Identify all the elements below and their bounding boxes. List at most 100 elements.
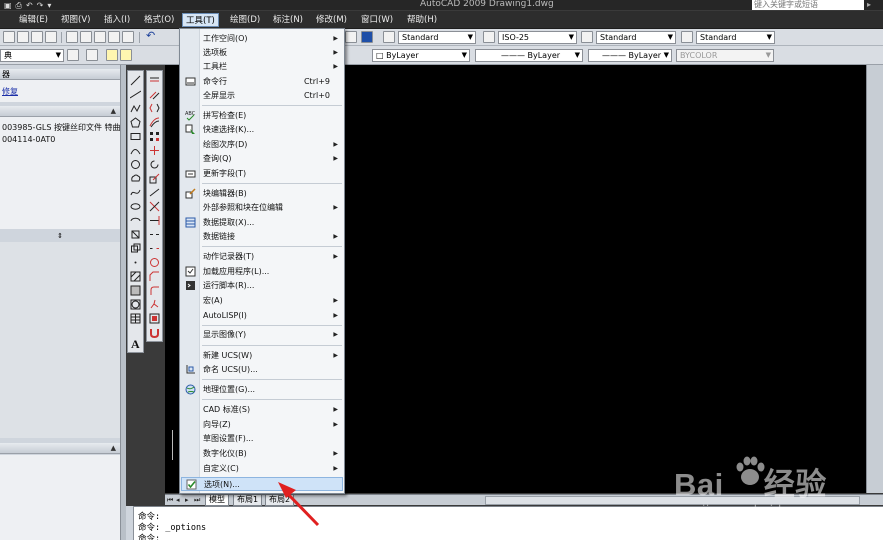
erase-icon[interactable] bbox=[149, 75, 160, 86]
scale-icon[interactable] bbox=[149, 173, 160, 184]
tools-menu-item[interactable]: 绘图次序(D) ▶ bbox=[181, 138, 343, 152]
help-icon[interactable] bbox=[361, 31, 373, 43]
copy-object-icon[interactable] bbox=[149, 89, 160, 100]
menu-draw[interactable]: 绘图(D) bbox=[227, 13, 263, 27]
menu-edit[interactable]: 编辑(E) bbox=[16, 13, 51, 27]
palette-scrollbar[interactable] bbox=[120, 65, 126, 540]
stretch-icon[interactable] bbox=[149, 187, 160, 198]
tools-menu-item[interactable]: 查询(Q) ▶ bbox=[181, 152, 343, 166]
tools-menu-item[interactable]: 选项板 ▶ bbox=[181, 46, 343, 60]
offset-icon[interactable] bbox=[149, 117, 160, 128]
palette-file-header[interactable]: ▲ bbox=[0, 106, 120, 117]
command-prompt[interactable]: 命令: bbox=[138, 532, 160, 540]
tools-menu-item[interactable]: 数据提取(X)... bbox=[181, 216, 343, 230]
workspace-select[interactable]: 典 ▼ bbox=[0, 49, 64, 62]
tools-menu-item[interactable]: 命令行 Ctrl+9 bbox=[181, 75, 343, 89]
dim-style-icon[interactable] bbox=[483, 31, 495, 43]
tools-menu-item[interactable]: 全屏显示 Ctrl+0 bbox=[181, 89, 343, 103]
gradient-icon[interactable] bbox=[130, 285, 141, 296]
multileader-style-icon[interactable] bbox=[681, 31, 693, 43]
match-prop-icon[interactable] bbox=[108, 31, 120, 43]
menu-modify[interactable]: 修改(M) bbox=[313, 13, 350, 27]
table-style-select[interactable]: Standard ▼ bbox=[596, 31, 676, 44]
tools-menu-item[interactable]: ABC 拼写检查(E) bbox=[181, 109, 343, 123]
magnet-icon[interactable] bbox=[149, 327, 160, 338]
tab-next-icon[interactable]: ▸ bbox=[185, 495, 193, 505]
text-style-select[interactable]: Standard ▼ bbox=[398, 31, 476, 44]
tools-menu-item[interactable]: 命名 UCS(U)... bbox=[181, 363, 343, 377]
sun-icon[interactable] bbox=[120, 49, 132, 61]
tools-menu-item[interactable]: 更新字段(T) bbox=[181, 167, 343, 181]
tools-menu-item[interactable]: 加载应用程序(L)... bbox=[181, 265, 343, 279]
tools-menu-item[interactable]: 新建 UCS(W) ▶ bbox=[181, 349, 343, 363]
model-vertical-scrollbar[interactable] bbox=[866, 65, 883, 493]
ellipse-icon[interactable] bbox=[130, 201, 141, 212]
tools-menu-item[interactable]: 工作空间(O) ▶ bbox=[181, 32, 343, 46]
tools-menu-item[interactable]: 数字化仪(B) ▶ bbox=[181, 447, 343, 461]
polyline-icon[interactable] bbox=[130, 103, 141, 114]
tools-menu-item[interactable]: 数据链接 ▶ bbox=[181, 230, 343, 244]
menu-dimension[interactable]: 标注(N) bbox=[270, 13, 306, 27]
search-input[interactable]: 键入关键字或短语 bbox=[752, 0, 864, 10]
save-icon[interactable] bbox=[31, 31, 43, 43]
tab-last-icon[interactable]: ⏭ bbox=[194, 495, 202, 505]
search-dropdown-icon[interactable]: ▸ bbox=[867, 0, 871, 9]
menu-tools[interactable]: 工具(T) bbox=[182, 13, 219, 27]
move-icon[interactable] bbox=[149, 145, 160, 156]
spline-icon[interactable] bbox=[130, 187, 141, 198]
rotate-icon[interactable] bbox=[149, 159, 160, 170]
list-item[interactable]: 003985-GLS 按键丝印文件 特曲 bbox=[2, 122, 121, 133]
table-style-icon[interactable] bbox=[581, 31, 593, 43]
insert-block-icon[interactable] bbox=[130, 229, 141, 240]
tools-menu-item[interactable]: 工具栏 ▶ bbox=[181, 60, 343, 74]
bulb-icon[interactable] bbox=[106, 49, 118, 61]
polygon-icon[interactable] bbox=[130, 117, 141, 128]
dim-style-select[interactable]: ISO-25 ▼ bbox=[498, 31, 577, 44]
list-item[interactable]: 004114-0AT0 bbox=[2, 135, 55, 144]
circle-icon[interactable] bbox=[130, 159, 141, 170]
menu-help[interactable]: 帮助(H) bbox=[404, 13, 440, 27]
cut-icon[interactable] bbox=[66, 31, 78, 43]
color-select[interactable]: □ ByLayer ▼ bbox=[372, 49, 470, 62]
quick-access-icons[interactable]: ▣⎙↶↷▾ bbox=[4, 1, 55, 11]
explode-icon[interactable] bbox=[149, 299, 160, 310]
tools-menu-item[interactable]: AutoLISP(I) ▶ bbox=[181, 309, 343, 323]
tools-menu-item[interactable]: 外部参照和块在位编辑 ▶ bbox=[181, 201, 343, 215]
ellipse-arc-icon[interactable] bbox=[130, 215, 141, 226]
tools-menu-item[interactable]: CAD 标准(S) ▶ bbox=[181, 403, 343, 417]
tools-menu-item[interactable]: 地理位置(G)... bbox=[181, 383, 343, 397]
new-icon[interactable] bbox=[3, 31, 15, 43]
rectangle-icon[interactable] bbox=[130, 131, 141, 142]
tools-menu-item[interactable]: 运行脚本(R)... bbox=[181, 279, 343, 293]
splitter-handle-icon[interactable]: ⇕ bbox=[0, 231, 120, 241]
undo-icon[interactable]: ↶ bbox=[146, 29, 158, 42]
paste-icon[interactable] bbox=[94, 31, 106, 43]
tools-menu-item[interactable]: 显示图像(Y) ▶ bbox=[181, 328, 343, 342]
fillet-icon[interactable] bbox=[149, 285, 160, 296]
menu-format[interactable]: 格式(O) bbox=[141, 13, 177, 27]
linetype-select[interactable]: ——— ByLayer ▼ bbox=[475, 49, 583, 62]
point-icon[interactable] bbox=[130, 257, 141, 268]
text-style-icon[interactable] bbox=[383, 31, 395, 43]
hatch-icon[interactable] bbox=[130, 271, 141, 282]
break-point-icon[interactable] bbox=[149, 229, 160, 240]
tools-menu-item[interactable]: 快速选择(K)... bbox=[181, 123, 343, 137]
properties-icon[interactable] bbox=[149, 313, 160, 324]
array-icon[interactable] bbox=[149, 131, 160, 142]
make-block-icon[interactable] bbox=[130, 243, 141, 254]
tools-menu-item[interactable]: 动作记录器(T) ▶ bbox=[181, 250, 343, 264]
tab-first-icon[interactable]: ⏮ bbox=[167, 495, 175, 505]
join-icon[interactable] bbox=[149, 257, 160, 268]
tools-menu-item[interactable]: 宏(A) ▶ bbox=[181, 294, 343, 308]
arc-icon[interactable] bbox=[130, 145, 141, 156]
xline-icon[interactable] bbox=[130, 89, 141, 100]
block-icon[interactable] bbox=[122, 31, 134, 43]
menu-window[interactable]: 窗口(W) bbox=[358, 13, 396, 27]
tools-menu-item[interactable]: 块编辑器(B) bbox=[181, 187, 343, 201]
gear-icon[interactable] bbox=[67, 49, 79, 61]
copy-icon[interactable] bbox=[80, 31, 92, 43]
palette-details-header[interactable]: ▲ bbox=[0, 443, 120, 454]
tools-menu-item[interactable]: 草图设置(F)... bbox=[181, 432, 343, 446]
multileader-style-select[interactable]: Standard ▼ bbox=[696, 31, 775, 44]
line-icon[interactable] bbox=[130, 75, 141, 86]
